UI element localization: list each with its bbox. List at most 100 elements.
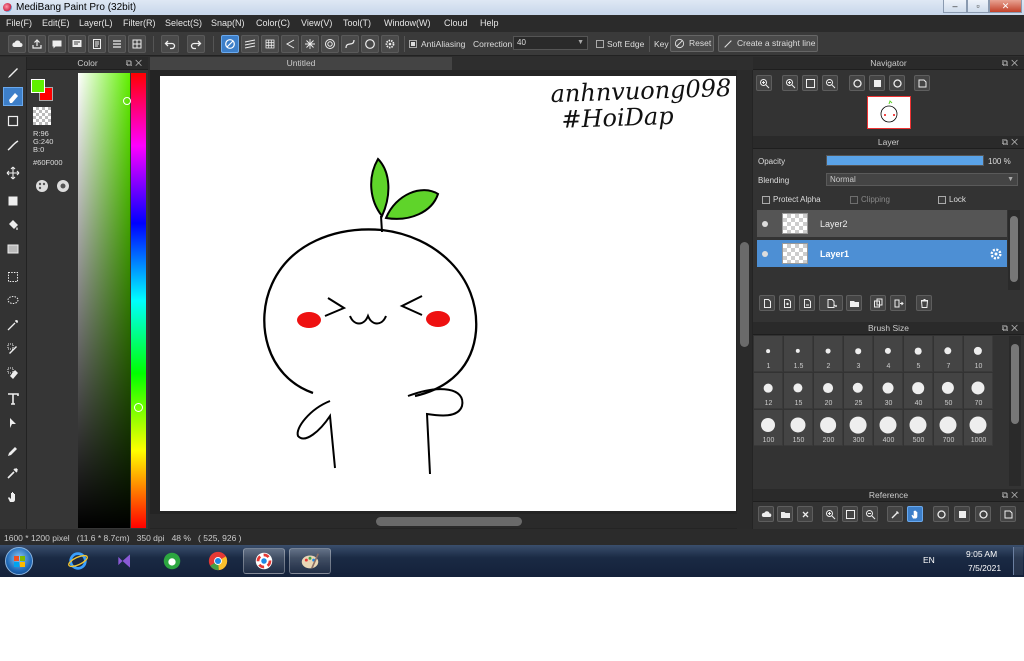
brush-size-option[interactable]: 100 — [754, 410, 783, 446]
select-icon[interactable] — [3, 267, 23, 286]
brush-size-option[interactable]: 40 — [904, 373, 933, 409]
layer-scroll-thumb[interactable] — [1010, 216, 1018, 282]
fill-rectangle-icon[interactable] — [3, 191, 23, 210]
pen-icon[interactable] — [3, 441, 23, 460]
close-button[interactable]: ✕ — [989, 0, 1022, 13]
close-icon[interactable] — [797, 506, 813, 522]
curve-snap-icon[interactable] — [341, 35, 359, 53]
palette-icon[interactable] — [34, 178, 50, 194]
duplicate-layer-icon[interactable] — [870, 295, 886, 311]
brush-size-option[interactable]: 3 — [844, 336, 873, 372]
brush-size-scroll-thumb[interactable] — [1011, 344, 1019, 424]
snap-off-icon[interactable] — [221, 35, 239, 53]
brush-size-option[interactable]: 70 — [964, 373, 993, 409]
new-8bit-layer-icon[interactable] — [799, 295, 815, 311]
redo-icon[interactable] — [187, 35, 205, 53]
operation-icon[interactable] — [3, 413, 23, 432]
comment-icon[interactable] — [48, 35, 66, 53]
menu-edit[interactable]: Edit(E) — [42, 18, 70, 28]
select-pen-icon[interactable] — [3, 339, 23, 358]
brush-icon[interactable] — [3, 63, 23, 82]
clipping-checkbox[interactable] — [850, 196, 858, 204]
menu-filter[interactable]: Filter(R) — [123, 18, 156, 28]
zoom-in-icon[interactable] — [822, 506, 838, 522]
zoom-out-icon[interactable] — [862, 506, 878, 522]
paint-taskbar-icon[interactable] — [289, 548, 331, 574]
saturation-value-square[interactable] — [78, 73, 130, 528]
brush-size-option[interactable]: 5 — [904, 336, 933, 372]
vertical-scroll-thumb[interactable] — [740, 242, 749, 347]
list-icon[interactable] — [108, 35, 126, 53]
show-desktop-button[interactable] — [1013, 547, 1023, 575]
eye-icon[interactable] — [762, 221, 768, 227]
layer-row-layer1[interactable]: Layer1 — [757, 240, 1007, 268]
brush-size-scrollbar[interactable] — [1009, 336, 1021, 486]
flip-icon[interactable] — [869, 75, 885, 91]
eraser-icon[interactable] — [3, 87, 23, 106]
magic-wand-icon[interactable] — [3, 315, 23, 334]
brush-size-option[interactable]: 400 — [874, 410, 903, 446]
hue-cursor[interactable] — [134, 403, 143, 412]
radial-snap-icon[interactable] — [301, 35, 319, 53]
gear-icon[interactable] — [381, 35, 399, 53]
text-icon[interactable] — [3, 389, 23, 408]
flip-icon[interactable] — [954, 506, 970, 522]
dot-pen-icon[interactable] — [3, 135, 23, 154]
panel-float-close-icon[interactable]: ⧉✕ — [1002, 489, 1021, 502]
rotate-left-icon[interactable] — [849, 75, 865, 91]
navigator-settings-icon[interactable] — [914, 75, 930, 91]
grid-icon[interactable] — [128, 35, 146, 53]
grid-snap-icon[interactable] — [261, 35, 279, 53]
perspective-snap-icon[interactable] — [281, 35, 299, 53]
zoom-in-icon[interactable] — [756, 75, 772, 91]
menu-snap[interactable]: Snap(N) — [211, 18, 245, 28]
merge-down-icon[interactable] — [890, 295, 906, 311]
zoom-in-icon[interactable] — [782, 75, 798, 91]
canvas-horizontal-scrollbar[interactable] — [150, 514, 750, 528]
gradient-icon[interactable] — [3, 239, 23, 258]
folder-icon[interactable] — [846, 295, 862, 311]
canvas-vertical-scrollbar[interactable] — [737, 70, 752, 529]
coccoc-browser-icon[interactable] — [151, 548, 193, 574]
clock-date[interactable]: 7/5/2021 — [968, 563, 1001, 573]
brush-size-option[interactable]: 300 — [844, 410, 873, 446]
reset-button[interactable]: Reset — [670, 35, 714, 52]
undo-icon[interactable] — [161, 35, 179, 53]
color-settings-icon[interactable] — [55, 178, 71, 194]
blending-select[interactable]: Normal ▼ — [826, 173, 1018, 186]
menu-window[interactable]: Window(W) — [384, 18, 431, 28]
rotate-right-icon[interactable] — [975, 506, 991, 522]
horizontal-scroll-thumb[interactable] — [376, 517, 522, 526]
restore-button[interactable]: ▫ — [967, 0, 989, 13]
menu-file[interactable]: File(F) — [6, 18, 32, 28]
soft-edge-checkbox[interactable] — [596, 40, 604, 48]
bucket-icon[interactable] — [3, 215, 23, 234]
gear-icon[interactable] — [989, 247, 1003, 261]
brush-size-option[interactable]: 15 — [784, 373, 813, 409]
brush-size-option[interactable]: 500 — [904, 410, 933, 446]
zoom-out-icon[interactable] — [822, 75, 838, 91]
concentric-snap-icon[interactable] — [321, 35, 339, 53]
drawing-canvas[interactable]: anhnvuong098 #HoiDap — [160, 74, 736, 511]
brush-size-option[interactable]: 150 — [784, 410, 813, 446]
panel-float-close-icon[interactable]: ⧉✕ — [1002, 136, 1021, 149]
eye-icon[interactable] — [762, 251, 768, 257]
lock-checkbox[interactable] — [938, 196, 946, 204]
brush-size-option[interactable]: 4 — [874, 336, 903, 372]
panel-float-close-icon[interactable]: ⧉✕ — [1002, 57, 1021, 70]
menu-help[interactable]: Help — [480, 18, 499, 28]
brush-size-option[interactable]: 7 — [934, 336, 963, 372]
panel-float-close-icon[interactable]: ⧉✕ — [126, 57, 145, 70]
brush-size-option[interactable]: 50 — [934, 373, 963, 409]
opacity-slider[interactable] — [826, 155, 984, 166]
new-halftone-layer-icon[interactable] — [779, 295, 795, 311]
medibang-taskbar-icon[interactable] — [243, 548, 285, 574]
minimize-button[interactable]: – — [943, 0, 967, 13]
folder-open-icon[interactable] — [777, 506, 793, 522]
navigator-thumbnail[interactable] — [867, 96, 911, 129]
clock-time[interactable]: 9:05 AM — [966, 549, 997, 559]
sv-cursor[interactable] — [123, 97, 131, 105]
layer-row-layer2[interactable]: Layer2 — [757, 210, 1007, 238]
hue-strip[interactable] — [131, 73, 146, 528]
brush-size-option[interactable]: 20 — [814, 373, 843, 409]
